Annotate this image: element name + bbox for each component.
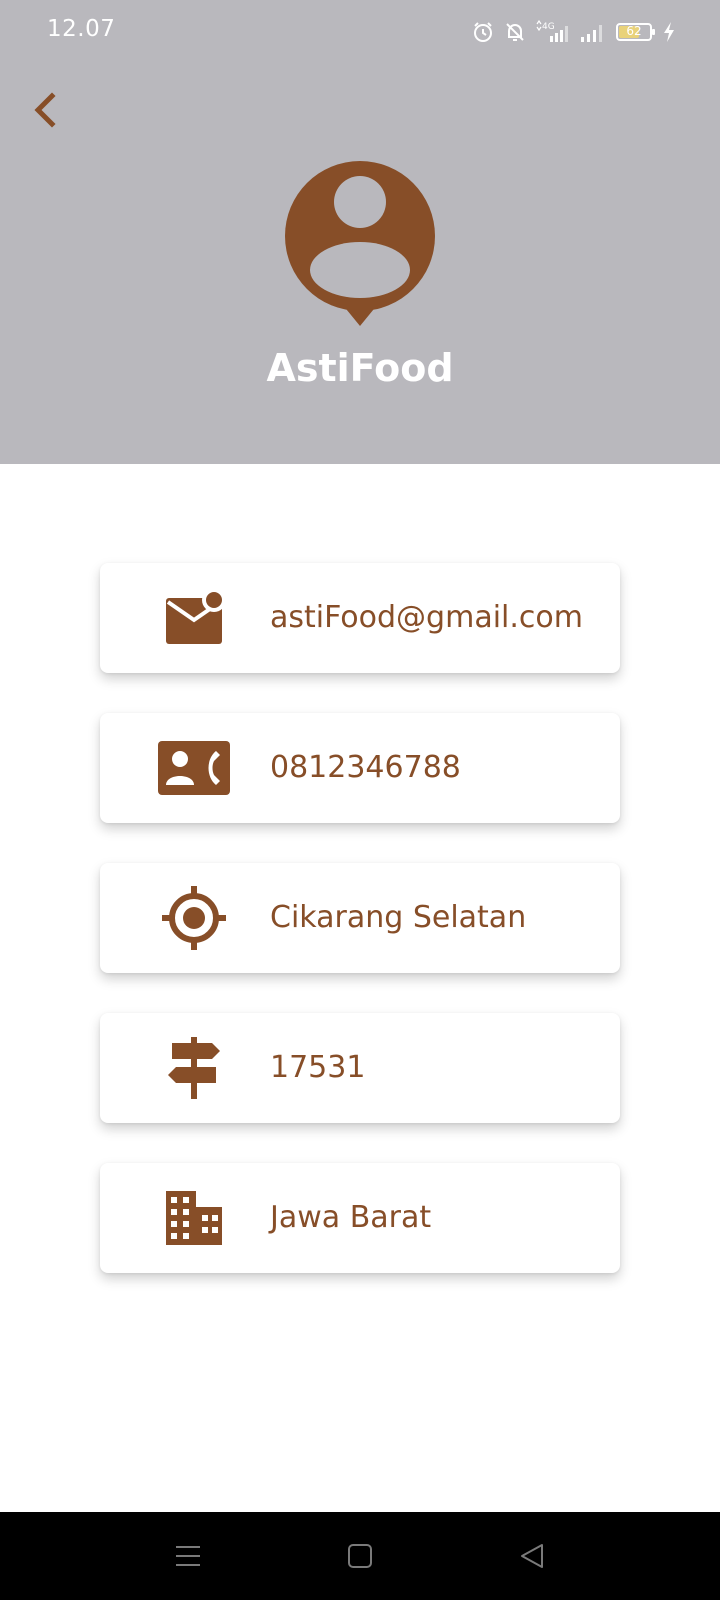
back-triangle-icon — [521, 1544, 543, 1568]
signpost-icon — [158, 1035, 230, 1101]
svg-text:4G: 4G — [542, 22, 555, 32]
bell-off-icon — [504, 21, 526, 43]
avatar — [284, 160, 436, 328]
location-target-icon — [158, 885, 230, 951]
signal-4g-icon: 4G — [536, 20, 570, 44]
status-icons: 4G 62 — [472, 18, 676, 46]
user-pin-icon — [285, 161, 435, 326]
back-button[interactable] — [28, 88, 64, 132]
province-text: Jawa Barat — [270, 1200, 432, 1235]
city-text: Cikarang Selatan — [270, 900, 527, 935]
menu-icon — [176, 1546, 200, 1566]
contact-phone-icon — [158, 735, 230, 801]
phone-card: 0812346788 — [100, 713, 620, 823]
profile-header: 12.07 4G 62 AstiFood — [0, 0, 720, 464]
city-card: Cikarang Selatan — [100, 863, 620, 973]
info-list: astiFood@gmail.com 0812346788 Cikarang S — [100, 563, 620, 1313]
postal-code-card: 17531 — [100, 1013, 620, 1123]
email-notification-icon — [158, 585, 230, 651]
battery-level: 62 — [626, 24, 642, 38]
email-text: astiFood@gmail.com — [270, 600, 583, 635]
menu-button[interactable] — [168, 1536, 208, 1576]
postal-code-text: 17531 — [270, 1050, 366, 1085]
status-time: 12.07 — [47, 16, 116, 42]
signal-icon — [580, 21, 606, 43]
province-card: Jawa Barat — [100, 1163, 620, 1273]
home-square-icon — [348, 1544, 372, 1568]
battery-icon: 62 — [616, 23, 655, 41]
system-navigation-bar — [0, 1512, 720, 1600]
home-button[interactable] — [340, 1536, 380, 1576]
phone-text: 0812346788 — [270, 750, 461, 785]
charging-icon — [662, 21, 676, 43]
chevron-left-icon — [34, 92, 56, 128]
alarm-icon — [472, 21, 494, 43]
building-icon — [158, 1185, 230, 1251]
status-bar: 12.07 4G 62 — [0, 0, 720, 64]
email-card: astiFood@gmail.com — [100, 563, 620, 673]
system-back-button[interactable] — [512, 1536, 552, 1576]
store-name: AstiFood — [266, 346, 454, 390]
